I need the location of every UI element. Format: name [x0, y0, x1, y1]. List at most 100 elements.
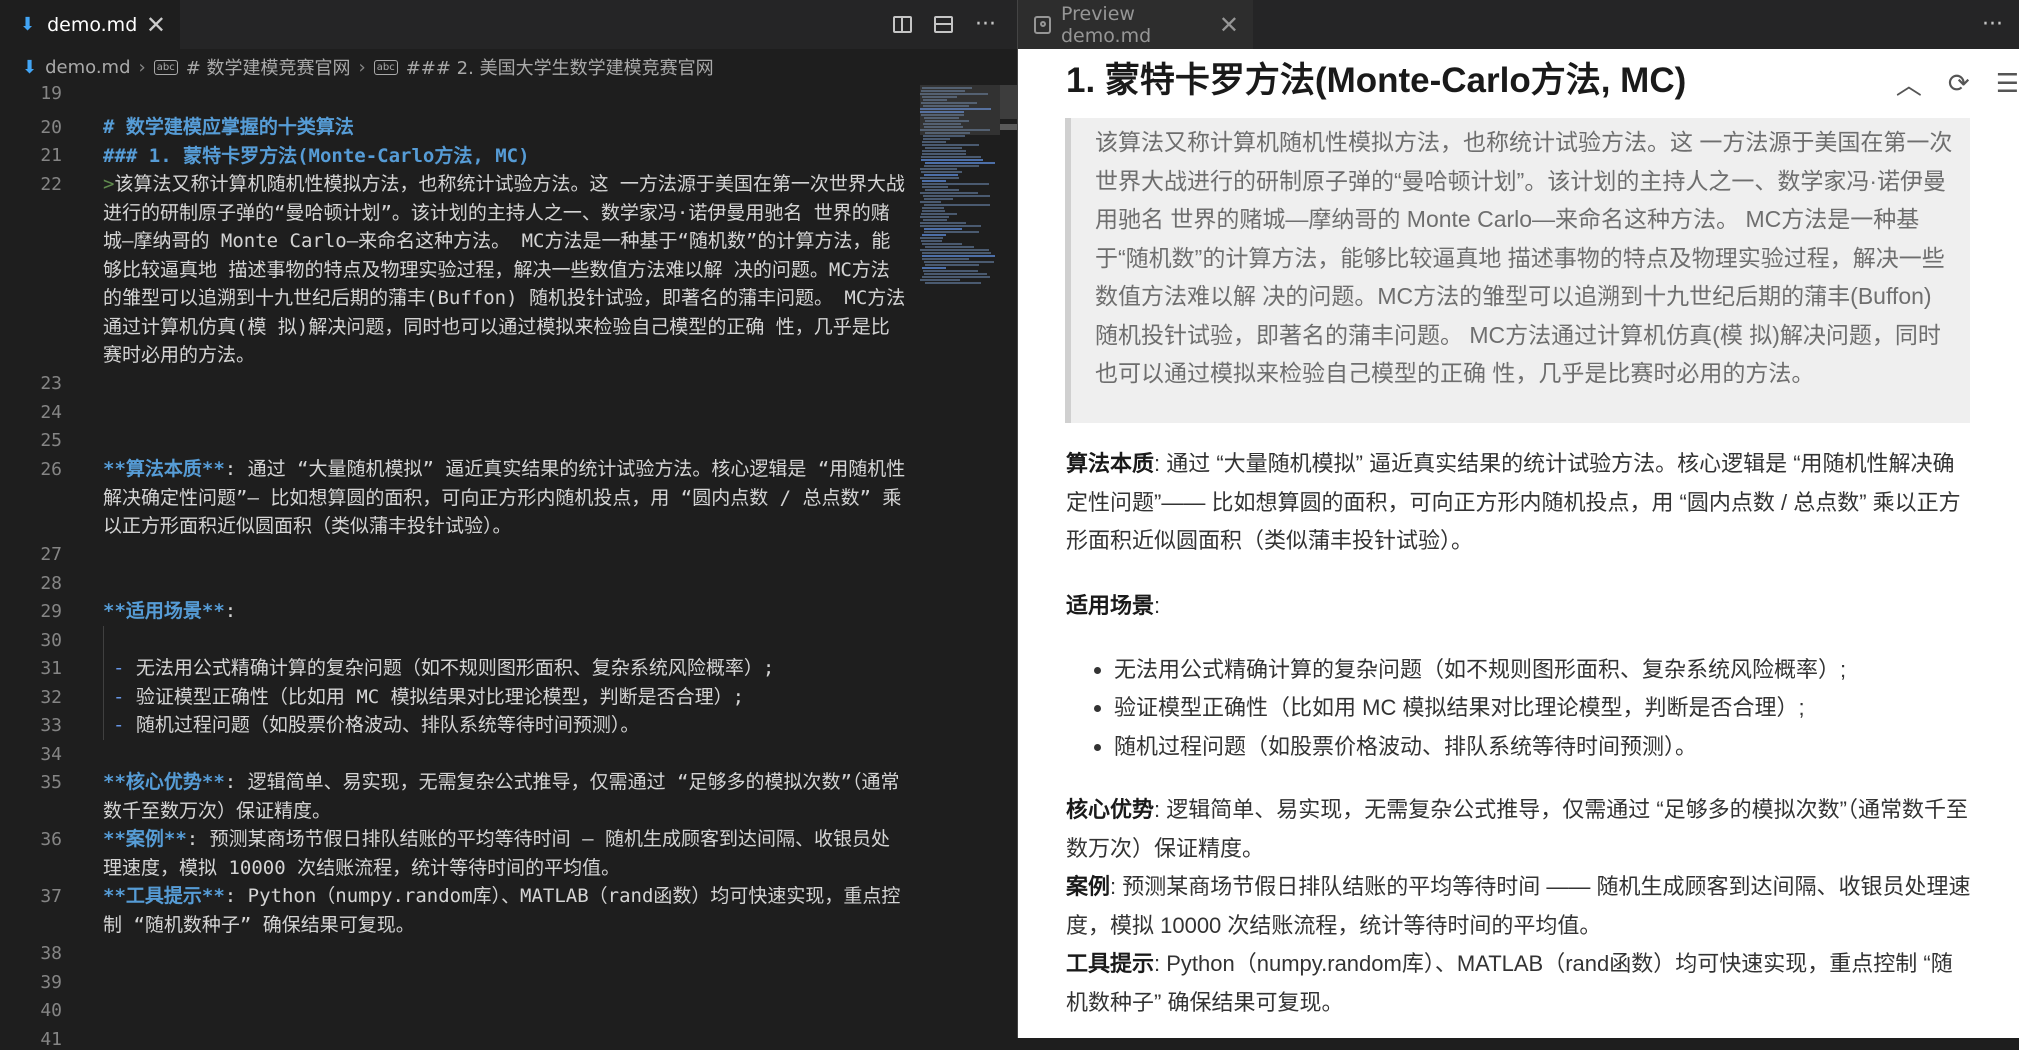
- line-number: 32: [40, 687, 62, 708]
- line-number: 23: [40, 373, 62, 394]
- indent-guide: [103, 626, 104, 740]
- minimap[interactable]: [920, 85, 1000, 1038]
- code-text: 随机过程问题（如股票价格波动、排队系统等待时间预测）。: [135, 714, 640, 736]
- open-preview-side-icon[interactable]: [893, 16, 912, 33]
- minimap-line: [920, 177, 959, 179]
- line-number: 38: [40, 943, 62, 964]
- minimap-line: [924, 228, 962, 230]
- breadcrumb-heading-2[interactable]: ### 2. 美国大学生数学建模竞赛官网: [406, 54, 714, 80]
- line-number: 35: [40, 772, 62, 793]
- minimap-line: [925, 162, 995, 164]
- code-line-list-item: - 验证模型正确性（比如用 MC 模拟结果对比理论模型，判断是否合理）;: [113, 683, 918, 712]
- bold-label: **案例**: [103, 828, 187, 850]
- minimap-line: [923, 195, 990, 197]
- markdown-file-icon: ⬇: [22, 56, 38, 78]
- minimap-line: [922, 267, 946, 269]
- minimap-line: [922, 276, 990, 278]
- preview-tab-bar: Preview demo.md ✕ ···: [1018, 0, 2019, 49]
- code-line-tool: **工具提示**: Python（numpy.random库）、MATLAB（r…: [103, 882, 908, 939]
- line-number: 31: [40, 658, 62, 679]
- code-line-scenarios: **适用场景**:: [103, 597, 908, 626]
- list-item: 随机过程问题（如股票价格波动、排队系统等待时间预测）。: [1114, 728, 2019, 766]
- chevron-right-icon: ›: [138, 56, 146, 78]
- code-line-blockquote: >该算法又称计算机随机性模拟方法，也称统计试验方法。这 一方法源于美国在第一次世…: [103, 170, 908, 370]
- code-text: 验证模型正确性（比如用 MC 模拟结果对比理论模型，判断是否合理）;: [135, 686, 745, 708]
- minimap-line: [923, 135, 965, 137]
- table-of-contents-icon[interactable]: ☰: [1996, 68, 2019, 99]
- scenario-list: 无法用公式精确计算的复杂问题（如不规则图形面积、复杂系统风险概率）; 验证模型正…: [1066, 651, 2019, 766]
- preview-heading: 1. 蒙特卡罗方法(Monte-Carlo方法, MC): [1066, 61, 1687, 100]
- editor-scrollbar[interactable]: [1000, 85, 1017, 119]
- minimap-line: [924, 231, 979, 233]
- line-number: 41: [40, 1029, 62, 1050]
- scrollbar-thumb[interactable]: [1000, 124, 1017, 130]
- line-number: 29: [40, 601, 62, 622]
- split-editor-icon[interactable]: [934, 16, 953, 33]
- bold-label: 案例: [1066, 874, 1111, 899]
- symbol-string-icon: abc: [373, 59, 398, 75]
- bold-label: **核心优势**: [103, 771, 225, 793]
- code-editor[interactable]: 19 20 21 22 23 24 25 26 27 28 29 30 31 3…: [0, 83, 1017, 1050]
- minimap-line: [920, 225, 981, 227]
- minimap-line: [921, 156, 981, 158]
- code-text: 无法用公式精确计算的复杂问题（如不规则图形面积、复杂系统风险概率）;: [135, 657, 775, 679]
- minimap-line: [920, 216, 949, 218]
- preview-tab[interactable]: Preview demo.md ✕: [1018, 0, 1253, 49]
- line-number: 27: [40, 544, 62, 565]
- more-actions-icon[interactable]: ···: [975, 12, 996, 37]
- chevron-up-icon[interactable]: ︿: [1896, 65, 1922, 102]
- breadcrumb-file[interactable]: demo.md: [45, 57, 130, 78]
- minimap-line: [924, 204, 990, 206]
- minimap-line: [925, 189, 959, 191]
- line-number: 39: [40, 972, 62, 993]
- minimap-line: [923, 138, 950, 140]
- code-text: :: [224, 600, 237, 622]
- minimap-slider[interactable]: [920, 85, 1000, 135]
- minimap-line: [922, 255, 995, 257]
- minimap-line: [921, 171, 962, 173]
- code-line-list-item: - 无法用公式精确计算的复杂问题（如不规则图形面积、复杂系统风险概率）;: [113, 654, 918, 683]
- line-number: 25: [40, 430, 62, 451]
- paragraph-advantage: 核心优势: 逻辑简单、易实现，无需复杂公式推导，仅需通过 “足够多的模拟次数”（…: [1066, 791, 1971, 868]
- more-actions-icon[interactable]: ···: [1982, 12, 2003, 37]
- bold-label: **适用场景**: [103, 600, 225, 622]
- minimap-line: [921, 213, 957, 215]
- bold-label: **算法本质**: [103, 458, 225, 480]
- preview-toolbar: ︿ ⟳ ☰: [1896, 65, 2019, 102]
- list-marker: -: [113, 714, 125, 736]
- breadcrumb: ⬇ demo.md › abc # 数学建模竞赛官网 › abc ### 2. …: [0, 49, 1017, 85]
- preview-pane: Preview demo.md ✕ ··· 1. 蒙特卡罗方法(Monte-Ca…: [1018, 0, 2019, 1038]
- minimap-line: [922, 252, 991, 254]
- minimap-line: [922, 150, 966, 152]
- code-line-heading-3: ### 1. 蒙特卡罗方法(Monte-Carlo方法, MC): [103, 145, 530, 167]
- paragraph-text: : Python（numpy.random库）、MATLAB（rand函数）均可…: [1066, 951, 1953, 1015]
- minimap-line: [924, 174, 958, 176]
- minimap-line: [922, 207, 944, 209]
- minimap-line: [922, 144, 979, 146]
- minimap-line: [920, 279, 960, 281]
- minimap-line: [922, 186, 948, 188]
- bold-label: 核心优势: [1066, 797, 1155, 822]
- editor-actions: ···: [893, 0, 996, 49]
- code-line-advantage: **核心优势**: 逻辑简单、易实现，无需复杂公式推导，仅需通过 “足够多的模拟…: [103, 768, 908, 825]
- line-number: 24: [40, 402, 62, 423]
- close-icon[interactable]: ✕: [146, 13, 166, 37]
- preview-icon: [1034, 15, 1051, 34]
- line-number: 40: [40, 1000, 62, 1021]
- bold-label: **工具提示**: [103, 885, 225, 907]
- minimap-line: [924, 273, 987, 275]
- minimap-line: [920, 168, 957, 170]
- symbol-string-icon: abc: [153, 59, 178, 75]
- blockquote-marker: >: [103, 173, 115, 195]
- minimap-line: [922, 210, 945, 212]
- breadcrumb-heading-1[interactable]: # 数学建模竞赛官网: [186, 54, 351, 80]
- markdown-preview: 1. 蒙特卡罗方法(Monte-Carlo方法, MC) ︿ ⟳ ☰ 该算法又称…: [1018, 49, 2019, 1038]
- minimap-line: [922, 234, 946, 236]
- code-text: : 预测某商场节假日排队结账的平均等待时间 — 随机生成顾客到达间隔、收银员处理…: [103, 828, 890, 879]
- refresh-icon[interactable]: ⟳: [1948, 68, 1970, 99]
- editor-tab-label: demo.md: [47, 13, 138, 36]
- close-icon[interactable]: ✕: [1219, 13, 1239, 37]
- markdown-file-icon: ⬇: [20, 14, 36, 35]
- editor-tab-demo-md[interactable]: ⬇ demo.md ✕: [0, 0, 180, 49]
- code-line-essence: **算法本质**: 通过 “大量随机模拟” 逼近真实结果的统计试验方法。核心逻辑…: [103, 455, 908, 541]
